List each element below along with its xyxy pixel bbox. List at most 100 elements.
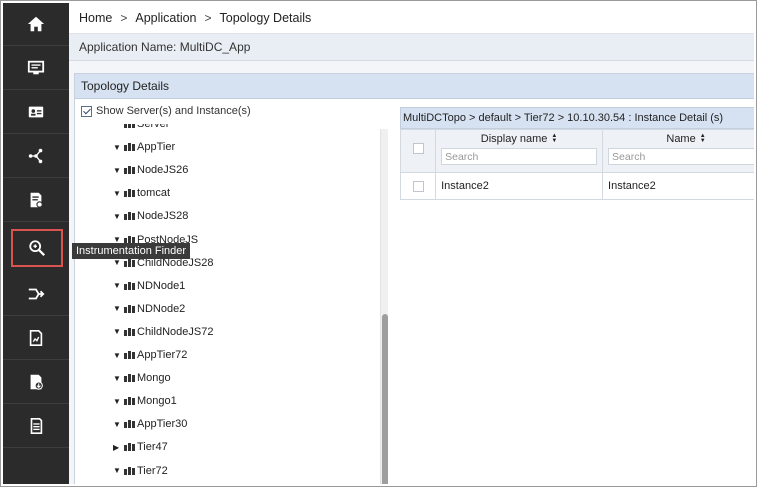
tree-node-label: NDNode1 [137, 279, 186, 292]
sidebar [3, 3, 69, 484]
tree-node-label: AppTier72 [137, 349, 188, 361]
server-node-icon [124, 466, 135, 475]
sidebar-item-document[interactable] [3, 317, 69, 360]
caret-down-icon[interactable]: ▼ [113, 420, 121, 429]
id-card-icon [28, 106, 44, 118]
tree-node[interactable]: ▼ Tier72 [113, 463, 168, 479]
list-report-icon [30, 417, 43, 435]
column-display-name[interactable]: Display name ▲ ▼ Search [435, 129, 604, 173]
caret-down-icon[interactable]: ▼ [113, 466, 121, 475]
instrumentation-finder-tooltip: Instrumentation Finder [72, 243, 191, 259]
select-all-checkbox[interactable] [412, 143, 424, 154]
caret-down-icon[interactable]: ▼ [113, 189, 121, 198]
download-report-icon [30, 374, 43, 390]
tree-node[interactable]: Server [113, 124, 169, 132]
caret-down-icon[interactable]: ▼ [113, 143, 121, 152]
tree-scrollbar[interactable] [380, 129, 388, 484]
caret-down-icon[interactable]: ▼ [113, 212, 121, 221]
caret-down-icon[interactable]: ▼ [113, 397, 121, 406]
sort-icon[interactable]: ▲ ▼ [700, 133, 706, 144]
row-select-cell [399, 172, 437, 200]
sidebar-item-list-report[interactable] [3, 405, 69, 448]
show-server-checkbox[interactable] [81, 105, 92, 117]
server-node-icon [124, 327, 135, 336]
caret-down-icon[interactable]: ▼ [113, 258, 121, 267]
tree-node-label: Tier47 [137, 441, 168, 454]
sidebar-item-topology[interactable] [3, 135, 69, 178]
server-node-icon [124, 304, 135, 313]
column-name[interactable]: Name ▲ ▼ Search [602, 129, 754, 173]
tree-scroll-thumb[interactable] [382, 314, 388, 484]
server-node-icon [124, 374, 135, 383]
caret-right-icon[interactable]: ▶ [113, 443, 120, 452]
instance-detail: MultiDCTopo > default > Tier72 > 10.10.3… [399, 107, 754, 484]
table-row[interactable]: Instance2 Instance2 [399, 172, 754, 200]
tree-node-label: NodeJS26 [137, 164, 189, 177]
tree-node[interactable]: ▼ Mongo [113, 370, 171, 386]
server-node-icon [124, 420, 135, 429]
server-node-icon [124, 212, 135, 221]
tree-node[interactable]: ▼ ChildNodeJS72 [113, 324, 213, 340]
breadcrumb-separator: > [120, 11, 128, 25]
sidebar-item-home[interactable] [3, 3, 69, 46]
sidebar-item-download[interactable] [3, 361, 69, 404]
tree-node[interactable]: ▼ AppTier30 [113, 416, 187, 432]
instance-table: Display name ▲ ▼ Search Name ▲ ▼ Search Inst… [399, 129, 754, 200]
tree-node[interactable]: ▼ NDNode2 [113, 301, 185, 317]
caret-down-icon[interactable]: ▼ [113, 166, 121, 175]
show-server-toggle[interactable]: Show Server(s) and Instance(s) [81, 105, 251, 117]
tree-node-label: NDNode2 [137, 302, 186, 315]
breadcrumb: Home > Application > Topology Details [69, 3, 754, 33]
tree-node-label: AppTier30 [137, 418, 188, 431]
server-node-icon [124, 166, 135, 175]
name-search-input[interactable]: Search [608, 148, 754, 165]
tree-node[interactable]: ▼ tomcat [113, 185, 170, 201]
home-icon [27, 16, 45, 32]
sort-icon[interactable]: ▲ ▼ [551, 133, 557, 144]
display-name-search-input[interactable]: Search [441, 148, 598, 165]
monitor-dashboard-icon [27, 60, 45, 75]
row-checkbox[interactable] [412, 180, 424, 192]
sidebar-item-flow[interactable] [3, 273, 69, 316]
tree-node[interactable]: ▼ NodeJS28 [113, 208, 188, 224]
server-node-icon [124, 397, 135, 406]
sidebar-item-report-settings[interactable] [3, 179, 69, 222]
caret-down-icon[interactable]: ▼ [113, 304, 121, 313]
server-node-icon [124, 258, 135, 267]
breadcrumb-application[interactable]: Application [135, 11, 196, 25]
tree-node[interactable]: ▼ Mongo1 [113, 393, 177, 409]
caret-down-icon[interactable]: ▼ [113, 351, 121, 360]
show-server-label: Show Server(s) and Instance(s) [96, 105, 251, 117]
sidebar-item-instrumentation-finder[interactable] [11, 229, 63, 267]
server-node-icon [124, 143, 135, 152]
topology-tree: Server ▼ AppTier ▼ NodeJS26 ▼ tomcat ▼ NodeJS28 ▼… [75, 124, 380, 484]
tree-node-label: Tier72 [137, 464, 168, 477]
tree-node-label: Server [137, 124, 170, 130]
server-node-icon [124, 443, 135, 452]
caret-down-icon[interactable]: ▼ [113, 374, 121, 383]
tree-node-label: ChildNodeJS72 [137, 325, 214, 338]
caret-down-icon[interactable]: ▼ [113, 281, 121, 290]
topology-icon [28, 148, 43, 164]
tree-node-label: Mongo1 [137, 395, 177, 408]
report-settings-icon [30, 192, 43, 208]
topology-panel: Topology Details Show Server(s) and Inst… [74, 73, 754, 484]
tree-node[interactable]: ▼ AppTier72 [113, 347, 187, 363]
tree-node[interactable]: ▶ Tier47 [113, 439, 168, 455]
cell-name: Instance2 [602, 172, 754, 200]
caret-down-icon[interactable]: ▼ [113, 327, 121, 336]
document-chart-icon [29, 329, 43, 347]
tree-node[interactable]: ▼ NodeJS26 [113, 162, 188, 178]
flow-icon [28, 288, 45, 300]
tree-node[interactable]: ▼ NDNode1 [113, 278, 185, 294]
breadcrumb-home[interactable]: Home [79, 11, 112, 25]
instance-detail-title: MultiDCTopo > default > Tier72 > 10.10.3… [400, 107, 754, 129]
server-node-icon [124, 351, 135, 359]
tree-node[interactable]: ▼ AppTier [113, 139, 175, 155]
sidebar-item-profile[interactable] [3, 91, 69, 134]
breadcrumb-separator: > [204, 11, 212, 25]
sidebar-item-monitor[interactable] [3, 47, 69, 90]
column-name-label: Name [666, 133, 696, 145]
cell-display-name: Instance2 [435, 172, 604, 200]
tree-node-label: AppTier [137, 141, 176, 154]
